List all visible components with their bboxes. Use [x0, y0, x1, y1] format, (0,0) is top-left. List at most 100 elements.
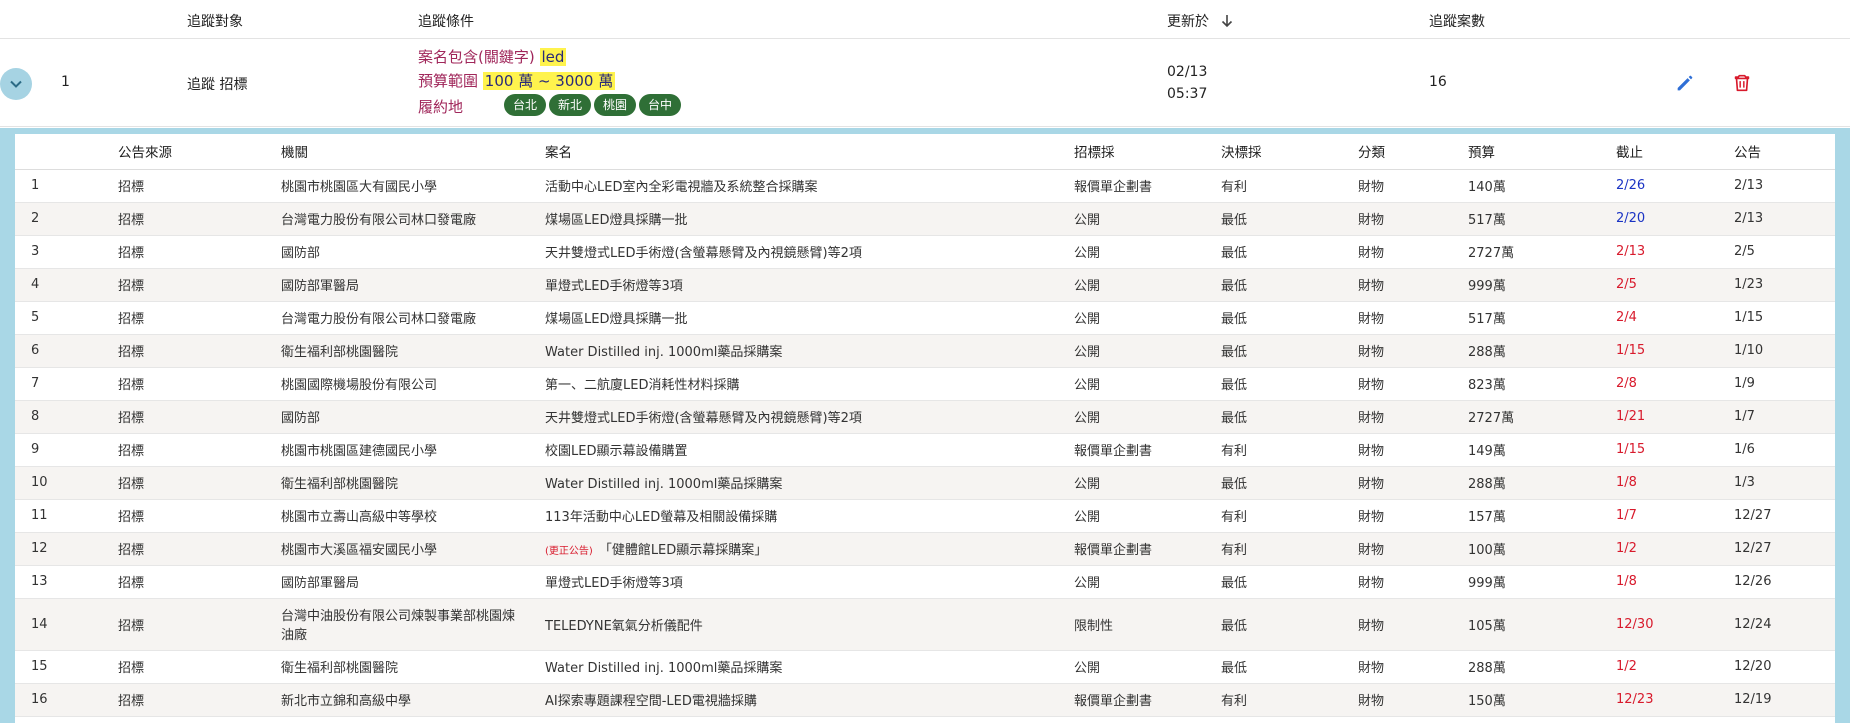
row-index: 15	[15, 650, 118, 684]
agency-cell: 國防部	[281, 400, 545, 434]
table-row[interactable]: 4 招標 國防部軍醫局 單燈式LED手術燈等3項 公開 最低 財物 999萬 2/5 1/23	[15, 268, 1835, 302]
table-row[interactable]: 11 招標 桃園市立壽山高級中等學校 113年活動中心LED螢幕及相關設備採購 公開 有利…	[15, 499, 1835, 533]
award-method-cell: 最低	[1221, 400, 1358, 434]
case-name-cell[interactable]: 煤場區LED燈具採購一批	[545, 301, 1074, 335]
table-row[interactable]: 14 招標 台灣中油股份有限公司煉製事業部桃園煉油廠 TELEDYNE氧氣分析儀配件限…	[15, 598, 1835, 651]
tender-method-cell: 公開	[1074, 499, 1221, 533]
case-name-cell[interactable]: 校園LED顯示幕設備購置	[545, 433, 1074, 467]
award-method-cell: 有利	[1221, 532, 1358, 566]
deadline-cell: 1/7	[1616, 499, 1734, 533]
tracker-table-header: 追蹤對象 追蹤條件 更新於 追蹤案數	[0, 0, 1850, 39]
location-chip: 台北	[504, 94, 547, 116]
award-method-cell: 有利	[1221, 433, 1358, 467]
award-method-cell: 有利	[1221, 499, 1358, 533]
row-index: 1	[15, 169, 118, 203]
announced-cell: 12/19	[1734, 683, 1835, 717]
agency-cell: 桃園市立壽山高級中等學校	[281, 499, 545, 533]
budget-cell: 2727萬	[1468, 400, 1616, 434]
budget-cell: 999萬	[1468, 268, 1616, 302]
source-cell: 招標	[118, 433, 281, 467]
tender-method-cell: 報價單企劃書	[1074, 169, 1221, 203]
updated-time: 05:37	[1167, 86, 1208, 102]
case-name-cell[interactable]: 單燈式LED手術燈等3項	[545, 268, 1074, 302]
announced-cell: 1/23	[1734, 268, 1835, 302]
row-index: 7	[15, 367, 118, 401]
tender-method-cell: 公開	[1074, 334, 1221, 368]
announced-cell: 2/5	[1734, 235, 1835, 269]
budget-cell: 288萬	[1468, 334, 1616, 368]
announced-cell: 1/9	[1734, 367, 1835, 401]
table-row[interactable]: 2 招標 台灣電力股份有限公司林口發電廠 煤場區LED燈具採購一批 公開 最低 財物 517萬…	[15, 202, 1835, 236]
table-header-row: 公告來源 機關 案名 招標採 決標採 分類 預算 截止 公告	[15, 134, 1835, 170]
award-method-cell: 最低	[1221, 367, 1358, 401]
case-name-cell[interactable]: Water Distilled inj. 1000ml藥品採購案	[545, 334, 1074, 368]
deadline-cell: 1/15	[1616, 433, 1734, 467]
chevron-down-icon	[10, 80, 22, 88]
row-index: 3	[15, 235, 118, 269]
pencil-icon	[1677, 75, 1693, 91]
table-row[interactable]: 15 招標 衛生福利部桃園醫院 Water Distilled inj. 1000ml…	[15, 650, 1835, 684]
category-cell: 財物	[1358, 400, 1468, 434]
sort-down-arrow-icon[interactable]	[1221, 14, 1233, 32]
collapse-toggle-button[interactable]	[0, 68, 32, 100]
source-cell: 招標	[118, 334, 281, 368]
table-row[interactable]: 8 招標 國防部 天井雙燈式LED手術燈(含螢幕懸臂及內視鏡懸臂)等2項 公開 最低 財物 2…	[15, 400, 1835, 434]
deadline-cell: 2/8	[1616, 367, 1734, 401]
row-index: 11	[15, 499, 118, 533]
table-row[interactable]: 7 招標 桃園國際機場股份有限公司 第一、二航廈LED消耗性材料採購 公開 最低 財物 823…	[15, 367, 1835, 401]
case-name-cell[interactable]: 煤場區LED燈具採購一批	[545, 202, 1074, 236]
table-row[interactable]: 13 招標 國防部軍醫局 單燈式LED手術燈等3項 公開 最低 財物 999萬 1/8 12/26	[15, 565, 1835, 599]
table-row[interactable]: 16 招標 新北市立錦和高級中學 AI探索專題課程空間-LED電視牆採購 報價單企劃書有…	[15, 683, 1835, 717]
tender-method-cell: 公開	[1074, 367, 1221, 401]
row-index: 10	[15, 466, 118, 500]
case-name-cell[interactable]: 113年活動中心LED螢幕及相關設備採購	[545, 499, 1074, 533]
results-table: 公告來源 機關 案名 招標採 決標採 分類 預算 截止 公告 1 招標 桃園市桃園區…	[15, 134, 1835, 717]
announced-cell: 12/24	[1734, 598, 1835, 651]
table-row[interactable]: 9 招標 桃園市桃園區建德國民小學 校園LED顯示幕設備購置 報價單企劃書 有利 財物 149…	[15, 433, 1835, 467]
case-name-cell[interactable]: (更正公告) 「健體館LED顯示幕採購案」	[545, 532, 1074, 566]
case-name-cell[interactable]: 天井雙燈式LED手術燈(含螢幕懸臂及內視鏡懸臂)等2項	[545, 235, 1074, 269]
tender-method-cell: 公開	[1074, 301, 1221, 335]
col-announced: 公告	[1734, 134, 1835, 170]
table-row[interactable]: 6 招標 衛生福利部桃園醫院 Water Distilled inj. 1000ml藥…	[15, 334, 1835, 368]
case-name-cell[interactable]: AI探索專題課程空間-LED電視牆採購	[545, 683, 1074, 717]
agency-cell: 國防部軍醫局	[281, 268, 545, 302]
table-row[interactable]: 3 招標 國防部 天井雙燈式LED手術燈(含螢幕懸臂及內視鏡懸臂)等2項 公開 最低 財物 2…	[15, 235, 1835, 269]
tracker-count: 16	[1429, 74, 1447, 90]
table-row[interactable]: 12 招標 桃園市大溪區福安國民小學 (更正公告) 「健體館LED顯示幕採購案」 報價單企…	[15, 532, 1835, 566]
row-index: 5	[15, 301, 118, 335]
category-cell: 財物	[1358, 235, 1468, 269]
deadline-cell: 1/2	[1616, 532, 1734, 566]
condition-budget: 預算範圍 100 萬 ~ 3000 萬	[418, 70, 616, 91]
header-updated[interactable]: 更新於	[1167, 11, 1233, 32]
table-row[interactable]: 5 招標 台灣電力股份有限公司林口發電廠 煤場區LED燈具採購一批 公開 最低 財物 517萬…	[15, 301, 1835, 335]
table-row[interactable]: 1 招標 桃園市桃園區大有國民小學 活動中心LED室內全彩電視牆及系統整合採購案 報價單…	[15, 169, 1835, 203]
source-cell: 招標	[118, 367, 281, 401]
announced-cell: 2/13	[1734, 169, 1835, 203]
case-name-cell[interactable]: Water Distilled inj. 1000ml藥品採購案	[545, 466, 1074, 500]
case-name-cell[interactable]: 天井雙燈式LED手術燈(含螢幕懸臂及內視鏡懸臂)等2項	[545, 400, 1074, 434]
budget-cell: 140萬	[1468, 169, 1616, 203]
deadline-cell: 1/21	[1616, 400, 1734, 434]
case-name-cell[interactable]: TELEDYNE氧氣分析儀配件	[545, 598, 1074, 651]
header-conditions: 追蹤條件	[418, 14, 474, 30]
location-chip: 台中	[639, 94, 682, 116]
location-chips: 台北 新北 桃園 台中	[504, 94, 684, 116]
budget-cell: 517萬	[1468, 301, 1616, 335]
deadline-cell: 2/4	[1616, 301, 1734, 335]
delete-button[interactable]	[1731, 72, 1753, 94]
case-name-cell[interactable]: 活動中心LED室內全彩電視牆及系統整合採購案	[545, 169, 1074, 203]
deadline-cell: 2/26	[1616, 169, 1734, 203]
table-row[interactable]: 10 招標 衛生福利部桃園醫院 Water Distilled inj. 1000ml…	[15, 466, 1835, 500]
announced-cell: 1/6	[1734, 433, 1835, 467]
col-budget: 預算	[1468, 134, 1616, 170]
case-name-cell[interactable]: Water Distilled inj. 1000ml藥品採購案	[545, 650, 1074, 684]
case-name-cell[interactable]: 第一、二航廈LED消耗性材料採購	[545, 367, 1074, 401]
edit-button[interactable]	[1674, 72, 1696, 94]
tender-method-cell: 公開	[1074, 650, 1221, 684]
case-name-cell[interactable]: 單燈式LED手術燈等3項	[545, 565, 1074, 599]
agency-cell: 桃園市大溪區福安國民小學	[281, 532, 545, 566]
tracker-index: 1	[61, 74, 70, 90]
agency-cell: 國防部	[281, 235, 545, 269]
deadline-cell: 1/15	[1616, 334, 1734, 368]
